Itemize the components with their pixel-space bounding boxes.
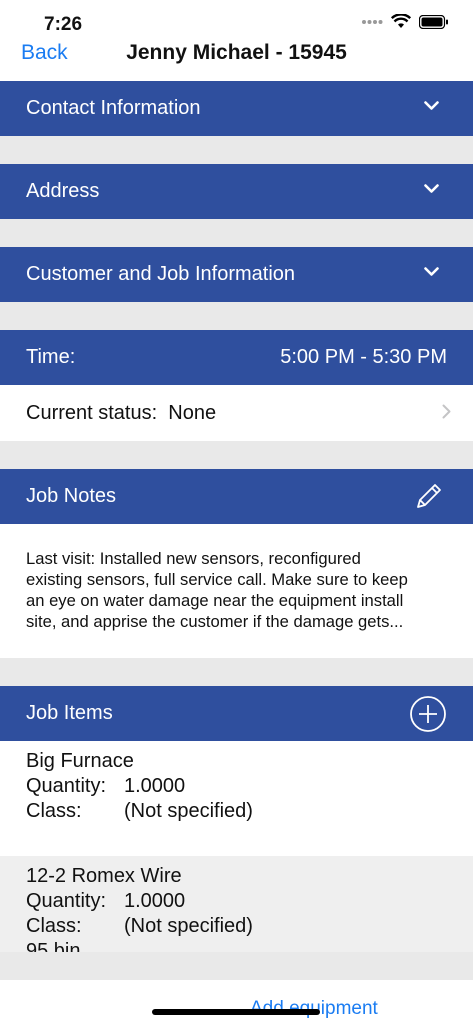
status-icons (361, 14, 449, 29)
section-address[interactable]: Address (0, 164, 473, 219)
battery-icon (419, 14, 448, 29)
item-quantity-value: 1.0000 (124, 775, 186, 797)
wifi-icon (391, 14, 411, 28)
page-title: Jenny Michael - 15945 (126, 41, 347, 64)
plus-circle-icon[interactable] (409, 695, 447, 733)
chevron-right-icon (442, 404, 451, 419)
time-label: Time: (26, 346, 76, 368)
item-class-value: (Not specified) (124, 915, 253, 937)
time-value: 5:00 PM - 5:30 PM (280, 346, 447, 368)
job-notes-header: Job Notes (0, 469, 473, 524)
status-bar: 7:26 (0, 0, 473, 38)
item-class-value: (Not specified) (124, 800, 253, 822)
item-class-label: Class: (26, 800, 82, 822)
section-contact-information[interactable]: Contact Information (0, 81, 473, 136)
item-quantity-value: 1.0000 (124, 890, 186, 912)
job-items-title: Job Items (26, 702, 113, 724)
section-label: Customer and Job Information (26, 263, 296, 285)
job-notes-title: Job Notes (26, 485, 117, 507)
item-bin: 95 bin (26, 940, 81, 952)
job-items-header: Job Items (0, 686, 473, 741)
chevron-down-icon (424, 101, 439, 110)
notes-line: site, and apprise the customer if the da… (26, 612, 404, 631)
item-class-label: Class: (26, 915, 82, 937)
section-label: Address (26, 180, 100, 202)
item-name: 12-2 Romex Wire (26, 865, 182, 887)
job-notes-text: Last visit: Installed new sensors, recon… (26, 548, 451, 632)
current-status-label: Current status: (26, 402, 158, 424)
job-item[interactable]: Big Furnace Quantity: 1.0000 Class: (Not… (0, 741, 473, 856)
chevron-down-icon (424, 267, 439, 276)
current-status-row[interactable]: Current status: None (0, 385, 473, 441)
time-bar: Time: 5:00 PM - 5:30 PM (0, 330, 473, 385)
item-quantity-label: Quantity: (26, 775, 107, 797)
home-indicator (152, 1009, 320, 1015)
item-name: Big Furnace (26, 750, 134, 772)
current-status-value: None (168, 402, 217, 424)
job-item[interactable]: 12-2 Romex Wire Quantity: 1.0000 Class: … (0, 856, 473, 952)
job-notes-body: Last visit: Installed new sensors, recon… (0, 524, 473, 658)
section-label: Contact Information (26, 97, 201, 119)
notes-line: existing sensors, full service call. Mak… (26, 570, 408, 589)
notes-line: an eye on water damage near the equipmen… (26, 591, 404, 610)
notes-line: Last visit: Installed new sensors, recon… (26, 549, 361, 568)
item-quantity-label: Quantity: (26, 890, 107, 912)
status-time: 7:26 (44, 14, 83, 35)
nav-bar: Back Jenny Michael - 15945 (0, 38, 473, 82)
signal-dots-icon (362, 19, 383, 24)
chevron-down-icon (424, 184, 439, 193)
bottom-toolbar: Add equipment (0, 980, 473, 1024)
section-customer-job-information[interactable]: Customer and Job Information (0, 247, 473, 302)
current-status-text: Current status: None (26, 402, 216, 425)
pencil-icon[interactable] (414, 481, 444, 511)
